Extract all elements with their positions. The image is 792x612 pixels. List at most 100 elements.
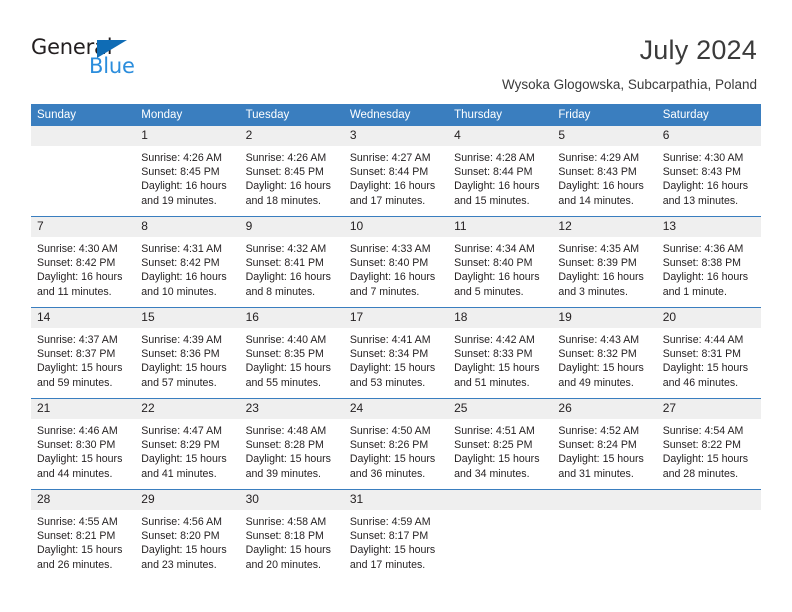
sunset-time: Sunset: 8:34 PM <box>349 348 429 361</box>
daylight-duration-line1: Daylight: 16 hours <box>245 271 331 284</box>
calendar-day-cell[interactable]: 27 Sunrise: 4:54 AM Sunset: 8:22 PM Dayligh… <box>656 398 761 490</box>
sunrise-time: Sunrise: 4:31 AM <box>141 243 222 255</box>
daylight-duration-line2: and 57 minutes. <box>141 376 217 389</box>
sunset-time: Sunset: 8:44 PM <box>454 166 533 179</box>
calendar-day-cell[interactable]: 18 Sunrise: 4:42 AM Sunset: 8:33 PM Dayligh… <box>448 307 553 399</box>
calendar-day-cell[interactable]: 8 Sunrise: 4:31 AM Sunset: 8:42 PM Daylight… <box>135 216 240 308</box>
day-sun-info: Sunrise: 4:44 AM Sunset: 8:31 PM Daylight:… <box>657 328 761 390</box>
calendar-day-cell[interactable]: 31 Sunrise: 4:59 AM Sunset: 8:17 PM Dayligh… <box>343 489 449 580</box>
day-sun-info: Sunrise: 4:33 AM Sunset: 8:40 PM Daylight:… <box>344 237 448 299</box>
daylight-duration-line1: Daylight: 16 hours <box>558 180 644 193</box>
calendar-day-cell[interactable]: 14 Sunrise: 4:37 AM Sunset: 8:37 PM Dayligh… <box>31 307 136 399</box>
page-subtitle: Wysoka Glogowska, Subcarpathia, Poland <box>501 77 757 92</box>
calendar-day-cell[interactable]: 17 Sunrise: 4:41 AM Sunset: 8:34 PM Dayligh… <box>343 307 449 399</box>
calendar-day-cell[interactable]: 24 Sunrise: 4:50 AM Sunset: 8:26 PM Dayligh… <box>343 398 449 490</box>
day-number: 1 <box>135 126 240 146</box>
daylight-duration-line2: and 7 minutes. <box>349 285 420 298</box>
calendar-day-cell[interactable]: 5 Sunrise: 4:29 AM Sunset: 8:43 PM Daylight… <box>552 126 657 217</box>
daylight-duration-line1: Daylight: 15 hours <box>662 453 749 466</box>
day-number <box>448 490 553 510</box>
day-number: 11 <box>448 217 553 237</box>
calendar-day-cell[interactable]: 6 Sunrise: 4:30 AM Sunset: 8:43 PM Daylight… <box>656 126 761 217</box>
sunrise-time: Sunrise: 4:28 AM <box>454 152 535 164</box>
calendar-day-cell[interactable]: 16 Sunrise: 4:40 AM Sunset: 8:35 PM Dayligh… <box>239 307 344 399</box>
calendar-day-cell[interactable]: 7 Sunrise: 4:30 AM Sunset: 8:42 PM Daylight… <box>31 216 136 308</box>
calendar-day-cell[interactable]: 29 Sunrise: 4:56 AM Sunset: 8:20 PM Dayligh… <box>135 489 240 580</box>
calendar-day-cell[interactable]: 21 Sunrise: 4:46 AM Sunset: 8:30 PM Dayligh… <box>31 398 136 490</box>
day-number: 29 <box>135 490 240 510</box>
calendar-day-cell[interactable]: 4 Sunrise: 4:28 AM Sunset: 8:44 PM Daylight… <box>448 126 553 217</box>
day-sun-info: Sunrise: 4:46 AM Sunset: 8:30 PM Daylight:… <box>31 419 135 481</box>
day-number: 18 <box>448 308 553 328</box>
calendar-day-cell[interactable]: 28 Sunrise: 4:55 AM Sunset: 8:21 PM Dayligh… <box>31 489 136 580</box>
sunrise-time: Sunrise: 4:40 AM <box>245 334 327 346</box>
calendar-day-cell[interactable]: 15 Sunrise: 4:39 AM Sunset: 8:36 PM Dayligh… <box>135 307 240 399</box>
day-sun-info: Sunrise: 4:32 AM Sunset: 8:41 PM Daylight:… <box>240 237 344 299</box>
daylight-duration-line2: and 10 minutes. <box>141 285 217 298</box>
calendar-day-cell[interactable]: 19 Sunrise: 4:43 AM Sunset: 8:32 PM Dayligh… <box>552 307 657 399</box>
sunrise-time: Sunrise: 4:29 AM <box>558 152 640 164</box>
calendar-day-cell[interactable]: 13 Sunrise: 4:36 AM Sunset: 8:38 PM Dayligh… <box>656 216 761 308</box>
day-number: 24 <box>343 399 449 419</box>
calendar-day-cell[interactable]: 22 Sunrise: 4:47 AM Sunset: 8:29 PM Dayligh… <box>135 398 240 490</box>
day-sun-info: Sunrise: 4:35 AM Sunset: 8:39 PM Daylight:… <box>552 237 656 299</box>
day-number: 2 <box>239 126 344 146</box>
general-blue-logo[interactable]: General Blue <box>31 36 191 82</box>
calendar-empty-cell <box>31 126 136 217</box>
daylight-duration-line1: Daylight: 15 hours <box>37 453 123 466</box>
weekday-header-thursday: Thursday <box>448 104 553 126</box>
sunrise-time: Sunrise: 4:39 AM <box>141 334 222 346</box>
day-sun-info: Sunrise: 4:39 AM Sunset: 8:36 PM Daylight:… <box>135 328 239 390</box>
daylight-duration-line2: and 46 minutes. <box>662 376 739 389</box>
calendar-day-cell[interactable]: 3 Sunrise: 4:27 AM Sunset: 8:44 PM Daylight… <box>343 126 449 217</box>
calendar-day-cell[interactable]: 23 Sunrise: 4:48 AM Sunset: 8:28 PM Dayligh… <box>239 398 344 490</box>
sunrise-time: Sunrise: 4:54 AM <box>662 425 744 437</box>
sunrise-time: Sunrise: 4:33 AM <box>349 243 431 255</box>
sunrise-time: Sunrise: 4:58 AM <box>245 516 327 528</box>
sunrise-time: Sunrise: 4:52 AM <box>558 425 640 437</box>
calendar-day-cell[interactable]: 9 Sunrise: 4:32 AM Sunset: 8:41 PM Daylight… <box>239 216 344 308</box>
day-sun-info: Sunrise: 4:43 AM Sunset: 8:32 PM Daylight:… <box>552 328 656 390</box>
calendar-day-cell[interactable]: 11 Sunrise: 4:34 AM Sunset: 8:40 PM Dayligh… <box>448 216 553 308</box>
daylight-duration-line1: Daylight: 15 hours <box>662 362 749 375</box>
calendar-day-cell[interactable]: 26 Sunrise: 4:52 AM Sunset: 8:24 PM Dayligh… <box>552 398 657 490</box>
daylight-duration-line2: and 19 minutes. <box>141 194 217 207</box>
day-number: 6 <box>656 126 761 146</box>
day-number <box>31 126 136 146</box>
weekday-header-tuesday: Tuesday <box>239 104 344 126</box>
sunset-time: Sunset: 8:30 PM <box>37 439 116 452</box>
daylight-duration-line1: Daylight: 16 hours <box>662 271 749 284</box>
daylight-duration-line1: Daylight: 16 hours <box>141 180 227 193</box>
daylight-duration-line2: and 13 minutes. <box>662 194 739 207</box>
daylight-duration-line2: and 51 minutes. <box>454 376 530 389</box>
calendar-day-cell[interactable]: 12 Sunrise: 4:35 AM Sunset: 8:39 PM Dayligh… <box>552 216 657 308</box>
sunrise-time: Sunrise: 4:43 AM <box>558 334 640 346</box>
calendar-day-cell[interactable]: 1 Sunrise: 4:26 AM Sunset: 8:45 PM Daylight… <box>135 126 240 217</box>
sunrise-time: Sunrise: 4:46 AM <box>37 425 118 437</box>
calendar-day-cell[interactable]: 30 Sunrise: 4:58 AM Sunset: 8:18 PM Dayligh… <box>239 489 344 580</box>
daylight-duration-line2: and 41 minutes. <box>141 467 217 480</box>
sunset-time: Sunset: 8:40 PM <box>454 257 533 270</box>
calendar-week-row: 21 Sunrise: 4:46 AM Sunset: 8:30 PM Dayligh… <box>31 398 761 490</box>
calendar-page: General Blue July 2024 Wysoka Glogowska,… <box>0 0 792 612</box>
sunrise-sunset-calendar: Sunday Monday Tuesday Wednesday Thursday… <box>31 104 761 580</box>
calendar-day-cell[interactable]: 10 Sunrise: 4:33 AM Sunset: 8:40 PM Dayligh… <box>343 216 449 308</box>
day-sun-info: Sunrise: 4:36 AM Sunset: 8:38 PM Daylight:… <box>657 237 761 299</box>
daylight-duration-line1: Daylight: 16 hours <box>662 180 749 193</box>
calendar-week-row: 14 Sunrise: 4:37 AM Sunset: 8:37 PM Dayligh… <box>31 307 761 399</box>
daylight-duration-line2: and 17 minutes. <box>349 194 426 207</box>
daylight-duration-line1: Daylight: 16 hours <box>141 271 227 284</box>
day-sun-info: Sunrise: 4:30 AM Sunset: 8:42 PM Daylight:… <box>31 237 135 299</box>
sunset-time: Sunset: 8:21 PM <box>37 530 116 543</box>
calendar-day-cell[interactable]: 25 Sunrise: 4:51 AM Sunset: 8:25 PM Dayligh… <box>448 398 553 490</box>
calendar-day-cell[interactable]: 20 Sunrise: 4:44 AM Sunset: 8:31 PM Dayligh… <box>656 307 761 399</box>
calendar-week-row: 1 Sunrise: 4:26 AM Sunset: 8:45 PM Daylight… <box>31 126 761 217</box>
weekday-header-monday: Monday <box>135 104 240 126</box>
sunrise-time: Sunrise: 4:42 AM <box>454 334 535 346</box>
sunset-time: Sunset: 8:39 PM <box>558 257 637 270</box>
daylight-duration-line1: Daylight: 15 hours <box>37 362 123 375</box>
calendar-header-row: Sunday Monday Tuesday Wednesday Thursday… <box>31 104 761 126</box>
daylight-duration-line2: and 20 minutes. <box>245 558 321 571</box>
calendar-day-cell[interactable]: 2 Sunrise: 4:26 AM Sunset: 8:45 PM Daylight… <box>239 126 344 217</box>
daylight-duration-line2: and 14 minutes. <box>558 194 634 207</box>
